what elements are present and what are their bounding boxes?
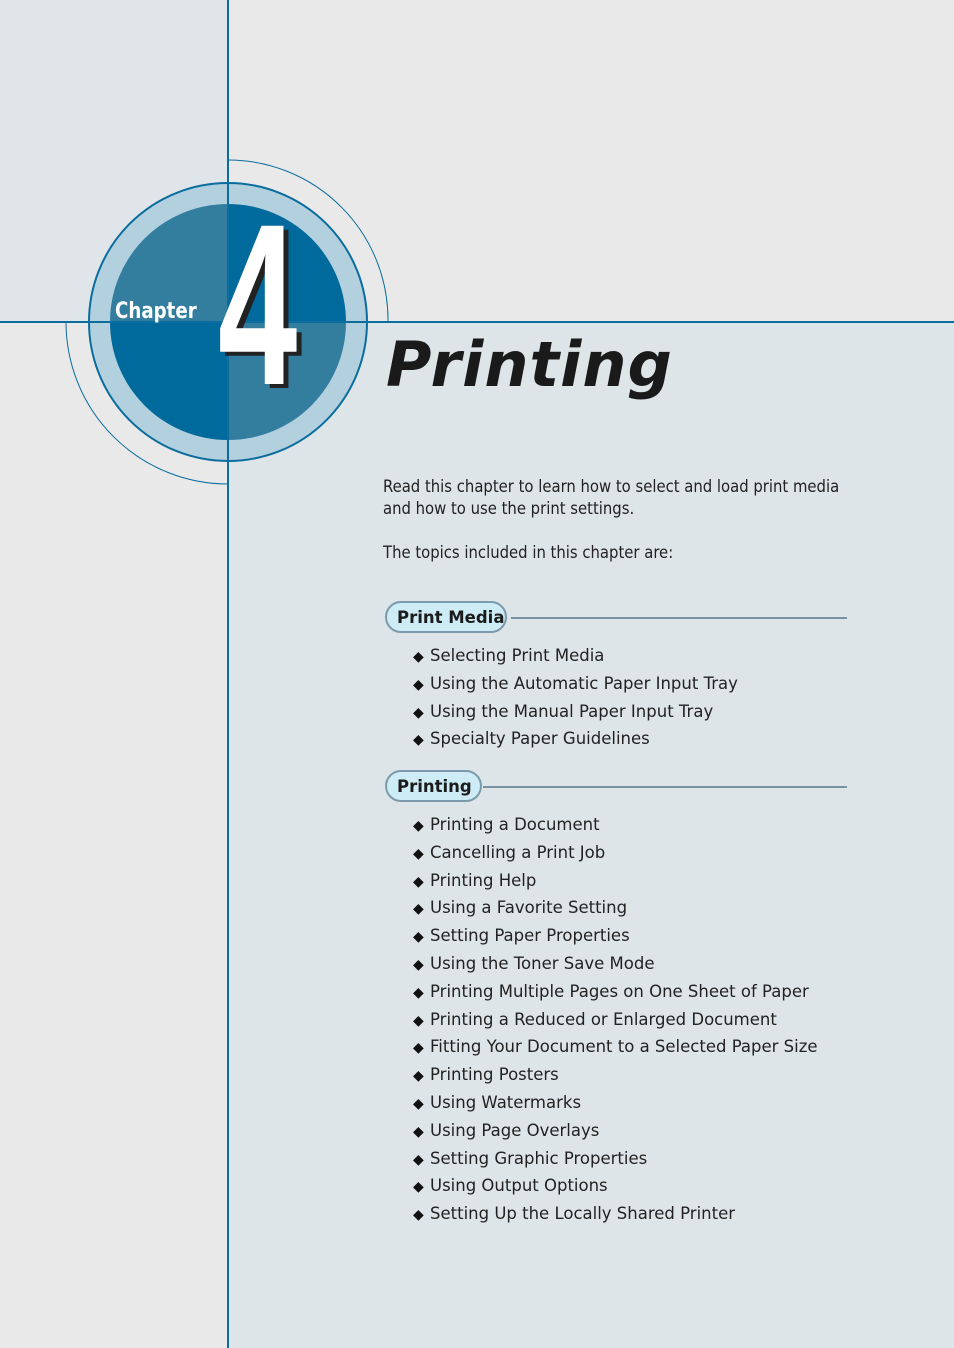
chapter-number-text: 4 xyxy=(218,176,298,433)
intro-topics-lead: The topics included in this chapter are: xyxy=(383,543,674,562)
chapter-intro: Read this chapter to learn how to select… xyxy=(383,476,863,586)
chapter-number: 4 4 xyxy=(218,176,318,433)
topic-item[interactable]: ◆ Printing a Reduced or Enlarged Document xyxy=(413,1006,818,1034)
diamond-bullet-icon: ◆ xyxy=(413,901,424,918)
topic-list-printing: ◆ Printing a Document ◆ Cancelling a Print… xyxy=(413,811,818,1228)
topic-item[interactable]: ◆ Setting Paper Properties xyxy=(413,922,818,950)
intro-paragraph: Read this chapter to learn how to select… xyxy=(383,477,840,518)
topic-item[interactable]: ◆ Setting Graphic Properties xyxy=(413,1145,818,1173)
topic-item[interactable]: ◆ Using the Automatic Paper Input Tray xyxy=(413,670,738,698)
topic-item[interactable]: ◆ Printing Multiple Pages on One Sheet of… xyxy=(413,978,818,1006)
diamond-bullet-icon: ◆ xyxy=(413,704,424,721)
diamond-bullet-icon: ◆ xyxy=(413,732,424,749)
inner-quadrant-bottom-left xyxy=(110,322,228,440)
section-pill: Print Media xyxy=(385,601,507,633)
diamond-bullet-icon: ◆ xyxy=(413,1179,424,1196)
diamond-bullet-icon: ◆ xyxy=(413,1207,424,1224)
topic-item[interactable]: ◆ Using the Manual Paper Input Tray xyxy=(413,698,738,726)
diamond-bullet-icon: ◆ xyxy=(413,1123,424,1140)
topic-item[interactable]: ◆ Using Page Overlays xyxy=(413,1117,818,1145)
topic-item[interactable]: ◆ Using a Favorite Setting xyxy=(413,894,818,922)
topic-item[interactable]: ◆ Setting Up the Locally Shared Printer xyxy=(413,1200,818,1228)
section-pill: Printing xyxy=(385,770,482,802)
diamond-bullet-icon: ◆ xyxy=(413,1151,424,1168)
diamond-bullet-icon: ◆ xyxy=(413,1068,424,1085)
diamond-bullet-icon: ◆ xyxy=(413,873,424,890)
diamond-bullet-icon: ◆ xyxy=(413,984,424,1001)
section-header-printing: Printing xyxy=(385,770,847,804)
chapter-label: Chapter xyxy=(115,299,197,324)
topic-item[interactable]: ◆ Using the Toner Save Mode xyxy=(413,950,818,978)
section-header-print-media: Print Media xyxy=(385,601,847,635)
diamond-bullet-icon: ◆ xyxy=(413,818,424,834)
diamond-bullet-icon: ◆ xyxy=(413,929,424,946)
topic-item[interactable]: ◆ Cancelling a Print Job xyxy=(413,839,818,867)
topic-item[interactable]: ◆ Specialty Paper Guidelines xyxy=(413,725,738,753)
diamond-bullet-icon: ◆ xyxy=(413,845,424,862)
topic-item[interactable]: ◆ Printing a Document xyxy=(413,811,818,839)
topic-item[interactable]: ◆ Printing Help xyxy=(413,867,818,895)
topic-list-print-media: ◆ Selecting Print Media ◆ Using the Automa… xyxy=(413,642,738,753)
chapter-title: Printing xyxy=(386,328,673,401)
topic-item[interactable]: ◆ Using Output Options xyxy=(413,1172,818,1200)
diamond-bullet-icon: ◆ xyxy=(413,1095,424,1112)
diamond-bullet-icon: ◆ xyxy=(413,1040,424,1057)
diamond-bullet-icon: ◆ xyxy=(413,956,424,973)
section-rule xyxy=(483,786,847,788)
diamond-bullet-icon: ◆ xyxy=(413,1012,424,1029)
diamond-bullet-icon: ◆ xyxy=(413,649,424,665)
diamond-bullet-icon: ◆ xyxy=(413,676,424,693)
topic-item[interactable]: ◆ Printing Posters xyxy=(413,1061,818,1089)
topic-item[interactable]: ◆ Using Watermarks xyxy=(413,1089,818,1117)
topic-item[interactable]: ◆ Selecting Print Media xyxy=(413,642,738,670)
topic-item[interactable]: ◆ Fitting Your Document to a Selected Pap… xyxy=(413,1033,818,1061)
section-rule xyxy=(511,617,847,619)
